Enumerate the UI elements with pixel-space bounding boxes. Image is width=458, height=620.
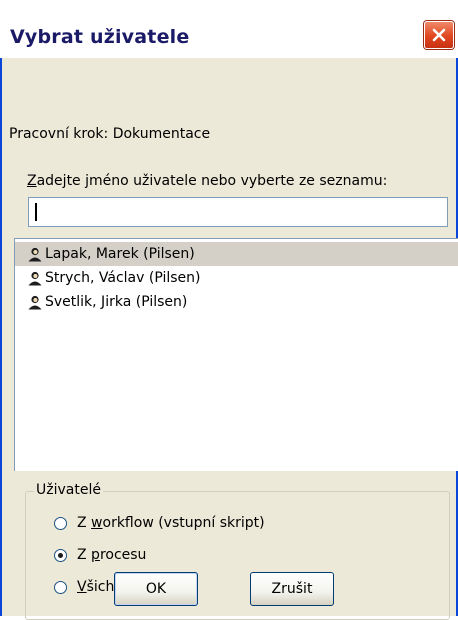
radio-button[interactable] — [54, 580, 67, 594]
cancel-button[interactable]: Zrušit — [250, 572, 334, 606]
title-bar[interactable]: Vybrat uživatele — [0, 0, 458, 58]
radio-label: Z workflow (vstupní skript) — [77, 515, 265, 531]
dialog-window: Vybrat uživatele Pracovní krok: Dokument… — [0, 0, 458, 620]
user-listbox[interactable]: Lapak, Marek (Pilsen) Strych, Václav (Pi… — [14, 238, 458, 471]
ok-button[interactable]: OK — [114, 572, 198, 606]
window-title: Vybrat uživatele — [10, 26, 190, 48]
close-icon — [432, 28, 446, 42]
user-icon — [28, 295, 42, 310]
list-item-label: Lapak, Marek (Pilsen) — [45, 246, 195, 262]
text-caret — [35, 203, 37, 221]
prompt-label-rest: adejte jméno uživatele nebo vyberte ze s… — [36, 173, 388, 189]
close-button[interactable] — [424, 21, 454, 49]
radio-button[interactable] — [54, 516, 67, 530]
user-icon — [28, 271, 42, 286]
user-list-item-lapak[interactable]: Lapak, Marek (Pilsen) — [15, 242, 458, 266]
prompt-label: Zadejte jméno uživatele nebo vyberte ze … — [27, 173, 387, 189]
radio-label: Z procesu — [77, 547, 147, 563]
users-group-title: Uživatelé — [34, 482, 103, 498]
user-list-item-svetlik[interactable]: Svetlik, Jirka (Pilsen) — [15, 290, 458, 314]
radio-button[interactable] — [54, 548, 67, 562]
radio-option-workflow[interactable]: Z workflow (vstupní skript) — [54, 513, 265, 533]
dialog-body: Pracovní krok: Dokumentace Zadejte jméno… — [2, 58, 458, 620]
radio-option-process[interactable]: Z procesu — [54, 545, 146, 565]
prompt-accesskey: Z — [27, 173, 37, 189]
user-name-input[interactable] — [28, 197, 448, 227]
user-icon — [28, 247, 42, 262]
user-list-item-strych[interactable]: Strych, Václav (Pilsen) — [15, 266, 458, 290]
list-item-label: Svetlik, Jirka (Pilsen) — [45, 294, 188, 310]
list-item-label: Strych, Václav (Pilsen) — [45, 270, 201, 286]
step-label: Pracovní krok: Dokumentace — [9, 126, 211, 142]
